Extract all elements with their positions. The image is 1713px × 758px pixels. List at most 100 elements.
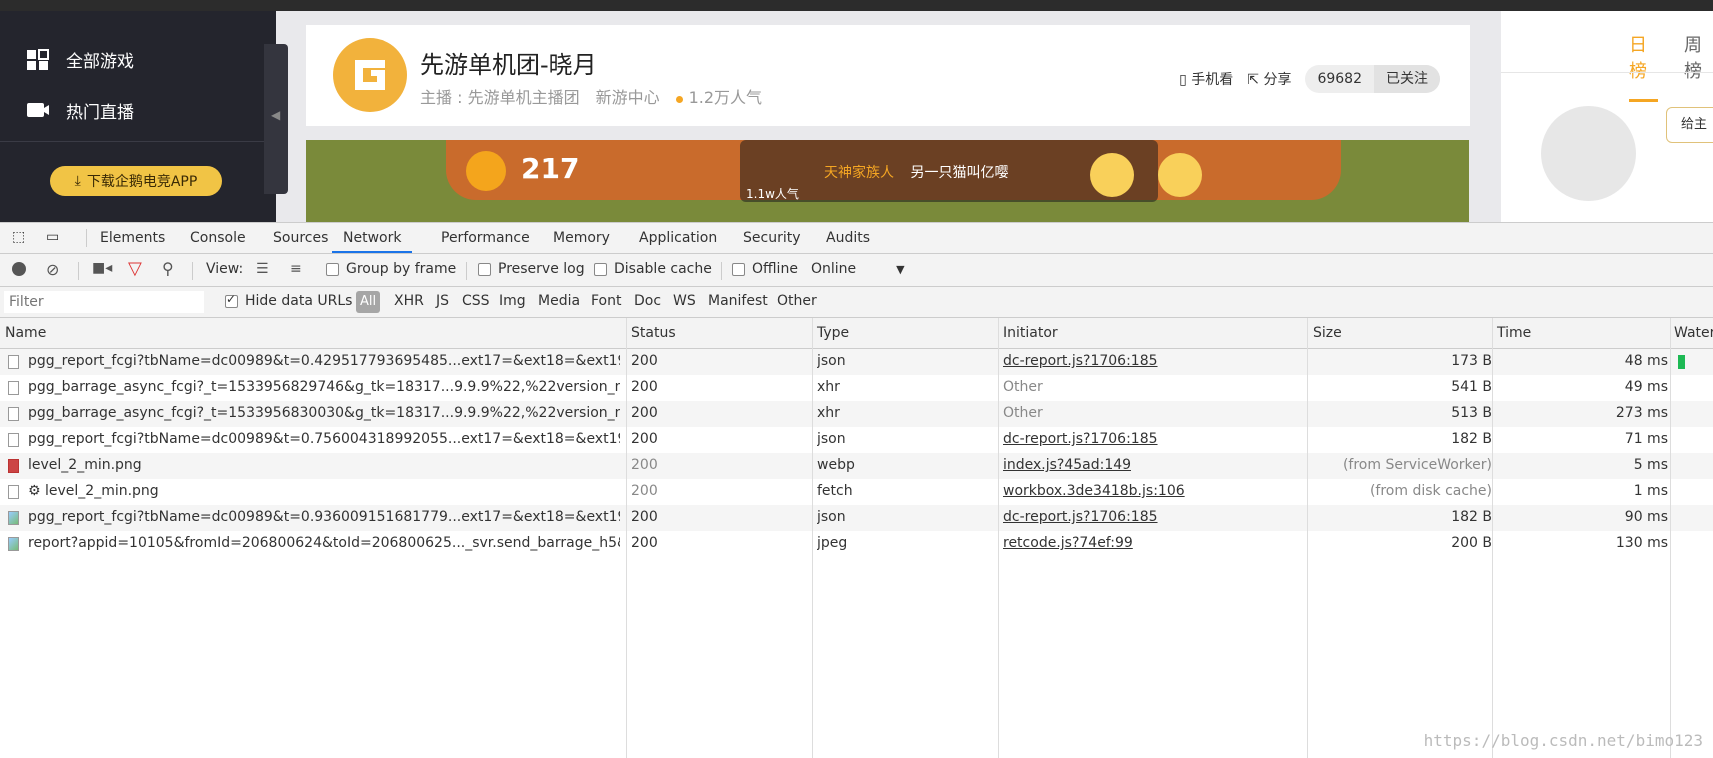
column-header-time[interactable]: Time (1497, 325, 1531, 341)
column-header-type[interactable]: Type (817, 325, 849, 341)
filter-input[interactable] (4, 291, 204, 313)
tab-memory[interactable]: Memory (553, 223, 610, 253)
request-name[interactable]: ⚙ level_2_min.png (28, 483, 620, 499)
request-initiator[interactable]: workbox.3de3418b.js:106 (1003, 483, 1185, 499)
table-row[interactable]: pgg_barrage_async_fcgi?_t=1533956829746&… (0, 375, 1713, 401)
devtools-panel: ⬚ ▭ Elements Console Sources Network Per… (0, 222, 1713, 758)
tab-performance[interactable]: Performance (441, 223, 530, 253)
popularity: 1.2万人气 (675, 84, 762, 108)
inspect-element-icon[interactable]: ⬚ (12, 229, 25, 245)
type-filter-img[interactable]: Img (499, 293, 526, 309)
column-header-initiator[interactable]: Initiator (1003, 325, 1058, 341)
room-category[interactable]: 新游中心 (596, 84, 660, 108)
request-initiator[interactable]: retcode.js?74ef:99 (1003, 535, 1133, 551)
tab-sources[interactable]: Sources (273, 223, 328, 253)
share-button[interactable]: ⇱ 分享 (1247, 69, 1291, 89)
type-filter-font[interactable]: Font (591, 293, 621, 309)
sidebar-item-hot-live[interactable]: 热门直播 (26, 98, 134, 123)
column-divider[interactable] (998, 318, 999, 758)
column-divider[interactable] (1492, 318, 1493, 758)
type-filter-other[interactable]: Other (777, 293, 817, 309)
column-divider[interactable] (1307, 318, 1308, 758)
throttle-select[interactable]: Online ▼ (811, 261, 905, 277)
tab-elements[interactable]: Elements (100, 223, 165, 253)
column-header-status[interactable]: Status (631, 325, 676, 341)
column-divider[interactable] (626, 318, 627, 758)
request-size: (from ServiceWorker) (1342, 457, 1492, 473)
column-divider[interactable] (812, 318, 813, 758)
table-row[interactable]: report?appid=10105&fromId=206800624&toId… (0, 531, 1713, 557)
type-filter-manifest[interactable]: Manifest (708, 293, 768, 309)
capture-screenshots-icon[interactable]: ■◂ (92, 260, 112, 276)
file-icon (8, 537, 19, 551)
sidebar-item-all-games[interactable]: 全部游戏 (26, 47, 134, 72)
table-row[interactable]: level_2_min.png 200 webp index.js?45ad:149 (… (0, 453, 1713, 479)
large-rows-icon[interactable]: ☰ (256, 261, 269, 277)
preserve-log-checkbox[interactable]: Preserve log (478, 261, 585, 277)
table-row[interactable]: pgg_report_fcgi?tbName=dc00989&t=0.75600… (0, 427, 1713, 453)
column-header-waterfall[interactable]: Waterfall (1674, 325, 1713, 341)
request-name[interactable]: pgg_barrage_async_fcgi?_t=1533956830030&… (28, 405, 620, 421)
type-filter-doc[interactable]: Doc (634, 293, 661, 309)
room-avatar[interactable] (333, 38, 407, 112)
type-filter-all[interactable]: All (356, 291, 380, 313)
column-divider[interactable] (1670, 318, 1671, 758)
request-initiator[interactable]: dc-report.js?1706:185 (1003, 353, 1158, 369)
table-row[interactable]: pgg_report_fcgi?tbName=dc00989&t=0.93600… (0, 505, 1713, 531)
table-row[interactable]: pgg_barrage_async_fcgi?_t=1533956830030&… (0, 401, 1713, 427)
request-time: 130 ms (1615, 535, 1668, 551)
request-status: 200 (631, 353, 658, 369)
request-type: jpeg (817, 535, 848, 551)
request-status: 200 (631, 431, 658, 447)
type-filter-js[interactable]: JS (436, 293, 449, 309)
search-icon[interactable]: ⚲ (162, 259, 174, 278)
request-name[interactable]: pgg_report_fcgi?tbName=dc00989&t=0.42951… (28, 353, 620, 369)
column-header-size[interactable]: Size (1313, 325, 1342, 341)
divider (721, 262, 722, 280)
record-icon[interactable] (12, 262, 26, 276)
coin-icon (466, 151, 506, 191)
request-name[interactable]: report?appid=10105&fromId=206800624&toId… (28, 535, 620, 551)
tab-weekly[interactable]: 周榜 (1684, 31, 1713, 102)
clear-icon[interactable]: ⊘ (46, 260, 59, 279)
disable-cache-checkbox[interactable]: Disable cache (594, 261, 712, 277)
tab-network[interactable]: Network (332, 223, 413, 253)
tab-audits[interactable]: Audits (826, 223, 870, 253)
tab-daily[interactable]: 日榜 (1629, 31, 1658, 102)
request-name[interactable]: pgg_report_fcgi?tbName=dc00989&t=0.93600… (28, 509, 620, 525)
group-by-frame-checkbox[interactable]: Group by frame (326, 261, 456, 277)
file-icon (8, 485, 19, 499)
request-initiator[interactable]: index.js?45ad:149 (1003, 457, 1131, 473)
devtools-tabbar: ⬚ ▭ Elements Console Sources Network Per… (0, 223, 1713, 254)
offline-checkbox[interactable]: Offline (732, 261, 798, 277)
type-filter-ws[interactable]: WS (673, 293, 696, 309)
network-toolbar: ⊘ ■◂ ▽ ⚲ View: ☰ ≡ Group by frame Preser… (0, 254, 1713, 287)
column-header-name[interactable]: Name (5, 325, 46, 341)
mobile-watch-button[interactable]: ▯ 手机看 (1179, 69, 1233, 89)
request-name[interactable]: pgg_barrage_async_fcgi?_t=1533956829746&… (28, 379, 620, 395)
follow-widget[interactable]: 69682 已关注 (1305, 65, 1440, 93)
request-size: 541 B (1451, 379, 1492, 395)
tab-security[interactable]: Security (743, 223, 801, 253)
table-row[interactable]: pgg_report_fcgi?tbName=dc00989&t=0.42951… (0, 349, 1713, 375)
request-initiator[interactable]: dc-report.js?1706:185 (1003, 431, 1158, 447)
tab-application[interactable]: Application (639, 223, 717, 253)
hide-data-urls-checkbox[interactable]: Hide data URLs (225, 292, 352, 309)
request-initiator[interactable]: dc-report.js?1706:185 (1003, 509, 1158, 525)
device-toolbar-icon[interactable]: ▭ (46, 229, 59, 245)
waterfall-overview-icon[interactable]: ≡ (290, 261, 302, 277)
request-name[interactable]: pgg_report_fcgi?tbName=dc00989&t=0.75600… (28, 431, 620, 447)
tab-console[interactable]: Console (190, 223, 246, 253)
host-name[interactable]: 主播 : 先游单机主播团 (420, 84, 580, 108)
video-player[interactable]: 217 1.1w人气 天神家族人 另一只猫叫亿嘤 (306, 140, 1469, 222)
gift-bubble[interactable]: 给主 (1666, 107, 1713, 143)
sidebar-collapse-handle[interactable]: ◀ (264, 44, 288, 194)
download-app-button[interactable]: ⤓ 下载企鹅电竞APP (50, 166, 222, 196)
type-filter-css[interactable]: CSS (462, 293, 490, 309)
table-row[interactable]: ⚙ level_2_min.png 200 fetch workbox.3de3418… (0, 479, 1713, 505)
type-filter-media[interactable]: Media (538, 293, 580, 309)
follow-button[interactable]: 已关注 (1374, 65, 1440, 93)
request-name[interactable]: level_2_min.png (28, 457, 620, 473)
type-filter-xhr[interactable]: XHR (394, 293, 424, 309)
filter-icon[interactable]: ▽ (128, 258, 142, 279)
